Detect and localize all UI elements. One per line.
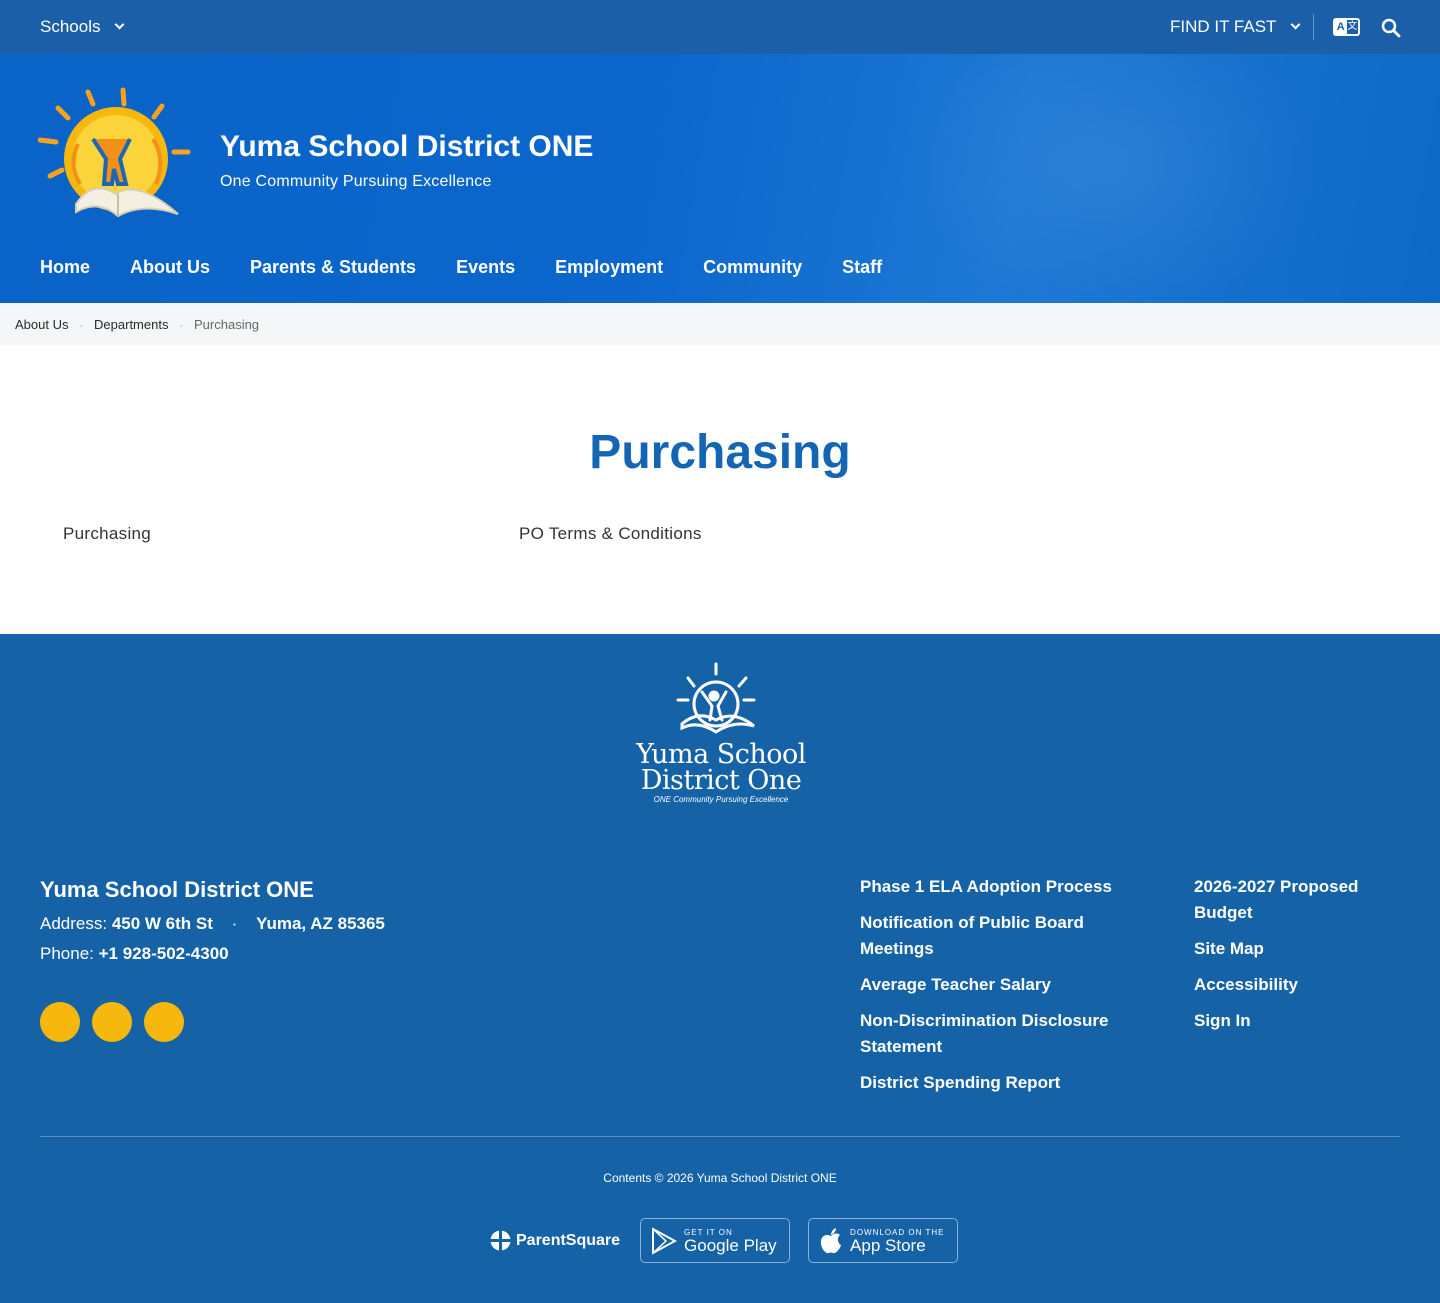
nav-item-community[interactable]: Community — [703, 257, 802, 278]
footer-logo-tagline: ONE Community Pursuing Excellence — [653, 795, 789, 804]
nav-item-staff[interactable]: Staff — [842, 257, 882, 278]
apple-icon — [820, 1227, 842, 1253]
footer-phone: Phone: +1 928-502-4300 — [40, 944, 229, 963]
social-icon[interactable] — [92, 1002, 132, 1042]
social-links — [40, 1002, 184, 1042]
site-title[interactable]: Yuma School District ONE — [220, 130, 593, 164]
breadcrumb-separator-icon: ⌄ — [177, 318, 185, 329]
footer-links-col2: 2026-2027 Proposed Budget Site Map Acces… — [1194, 874, 1414, 1044]
header-banner: Yuma School District ONE One Community P… — [0, 54, 1440, 303]
app-links: ParentSquare GET IT ON Google Play DOWNL… — [490, 1218, 959, 1263]
breadcrumb: About Us ⌄ Departments ⌄ Purchasing — [0, 303, 1440, 345]
nav-item-employment[interactable]: Employment — [555, 257, 663, 278]
parentsquare-link[interactable]: ParentSquare — [490, 1230, 620, 1251]
footer-link-non-discrimination[interactable]: Non-Discrimination Disclosure Statement — [860, 1008, 1150, 1060]
district-logo[interactable] — [38, 84, 193, 234]
footer-divider — [40, 1136, 1400, 1137]
parentsquare-icon — [490, 1230, 511, 1251]
footer-link-accessibility[interactable]: Accessibility — [1194, 972, 1414, 998]
nav-item-events[interactable]: Events — [456, 257, 515, 278]
footer-logo-mark-icon — [676, 662, 756, 734]
breadcrumb-about-us[interactable]: About Us — [15, 317, 68, 332]
schools-dropdown[interactable]: Schools — [40, 17, 125, 37]
footer-link-spending-report[interactable]: District Spending Report — [860, 1070, 1150, 1096]
nav-item-parents-students[interactable]: Parents & Students — [250, 257, 416, 278]
po-terms-link[interactable]: PO Terms & Conditions — [519, 524, 702, 544]
search-icon[interactable] — [1381, 18, 1401, 38]
divider — [1313, 14, 1314, 40]
footer-link-sign-in[interactable]: Sign In — [1194, 1008, 1414, 1034]
find-it-fast-dropdown[interactable]: FIND IT FAST — [1170, 17, 1301, 37]
site-tagline: One Community Pursuing Excellence — [220, 173, 492, 190]
chevron-down-icon — [115, 19, 125, 30]
social-icon[interactable] — [40, 1002, 80, 1042]
social-icon[interactable] — [144, 1002, 184, 1042]
footer-district-name: Yuma School District ONE — [40, 877, 314, 902]
schools-label: Schools — [40, 17, 101, 36]
phone-link[interactable]: +1 928-502-4300 — [99, 944, 229, 963]
footer-link-ela-adoption[interactable]: Phase 1 ELA Adoption Process — [860, 874, 1150, 900]
footer-address: Address: 450 W 6th St · Yuma, AZ 85365 — [40, 914, 385, 933]
purchasing-link[interactable]: Purchasing — [63, 524, 151, 544]
chevron-down-icon — [1290, 19, 1301, 30]
footer-logo[interactable]: Yuma School District One ONE Community P… — [636, 662, 806, 812]
breadcrumb-departments[interactable]: Departments — [94, 317, 168, 332]
main-nav: Home About Us Parents & Students Events … — [40, 257, 882, 278]
footer-links-col1: Phase 1 ELA Adoption Process Notificatio… — [860, 874, 1150, 1106]
footer-link-teacher-salary[interactable]: Average Teacher Salary — [860, 972, 1150, 998]
google-play-icon — [652, 1226, 678, 1255]
nav-item-home[interactable]: Home — [40, 257, 90, 278]
footer-link-site-map[interactable]: Site Map — [1194, 936, 1414, 962]
translate-icon[interactable]: A文 — [1333, 18, 1360, 36]
page-title: Purchasing — [589, 426, 851, 479]
breadcrumb-separator-icon: ⌄ — [77, 318, 86, 329]
google-play-button[interactable]: GET IT ON Google Play — [640, 1218, 791, 1263]
footer: Yuma School District One ONE Community P… — [0, 634, 1440, 1303]
footer-link-proposed-budget[interactable]: 2026-2027 Proposed Budget — [1194, 874, 1414, 926]
utility-bar: Schools FIND IT FAST A文 — [0, 0, 1440, 54]
footer-link-board-meetings[interactable]: Notification of Public Board Meetings — [860, 910, 1150, 962]
footer-copyright: Contents © 2026 Yuma School District ONE — [603, 1171, 837, 1185]
app-store-button[interactable]: DOWNLOAD ON THE App Store — [808, 1218, 959, 1263]
find-it-fast-label: FIND IT FAST — [1170, 17, 1277, 36]
footer-logo-text: Yuma School District One — [636, 739, 806, 796]
nav-item-about-us[interactable]: About Us — [130, 257, 210, 278]
breadcrumb-current: Purchasing — [194, 316, 260, 332]
